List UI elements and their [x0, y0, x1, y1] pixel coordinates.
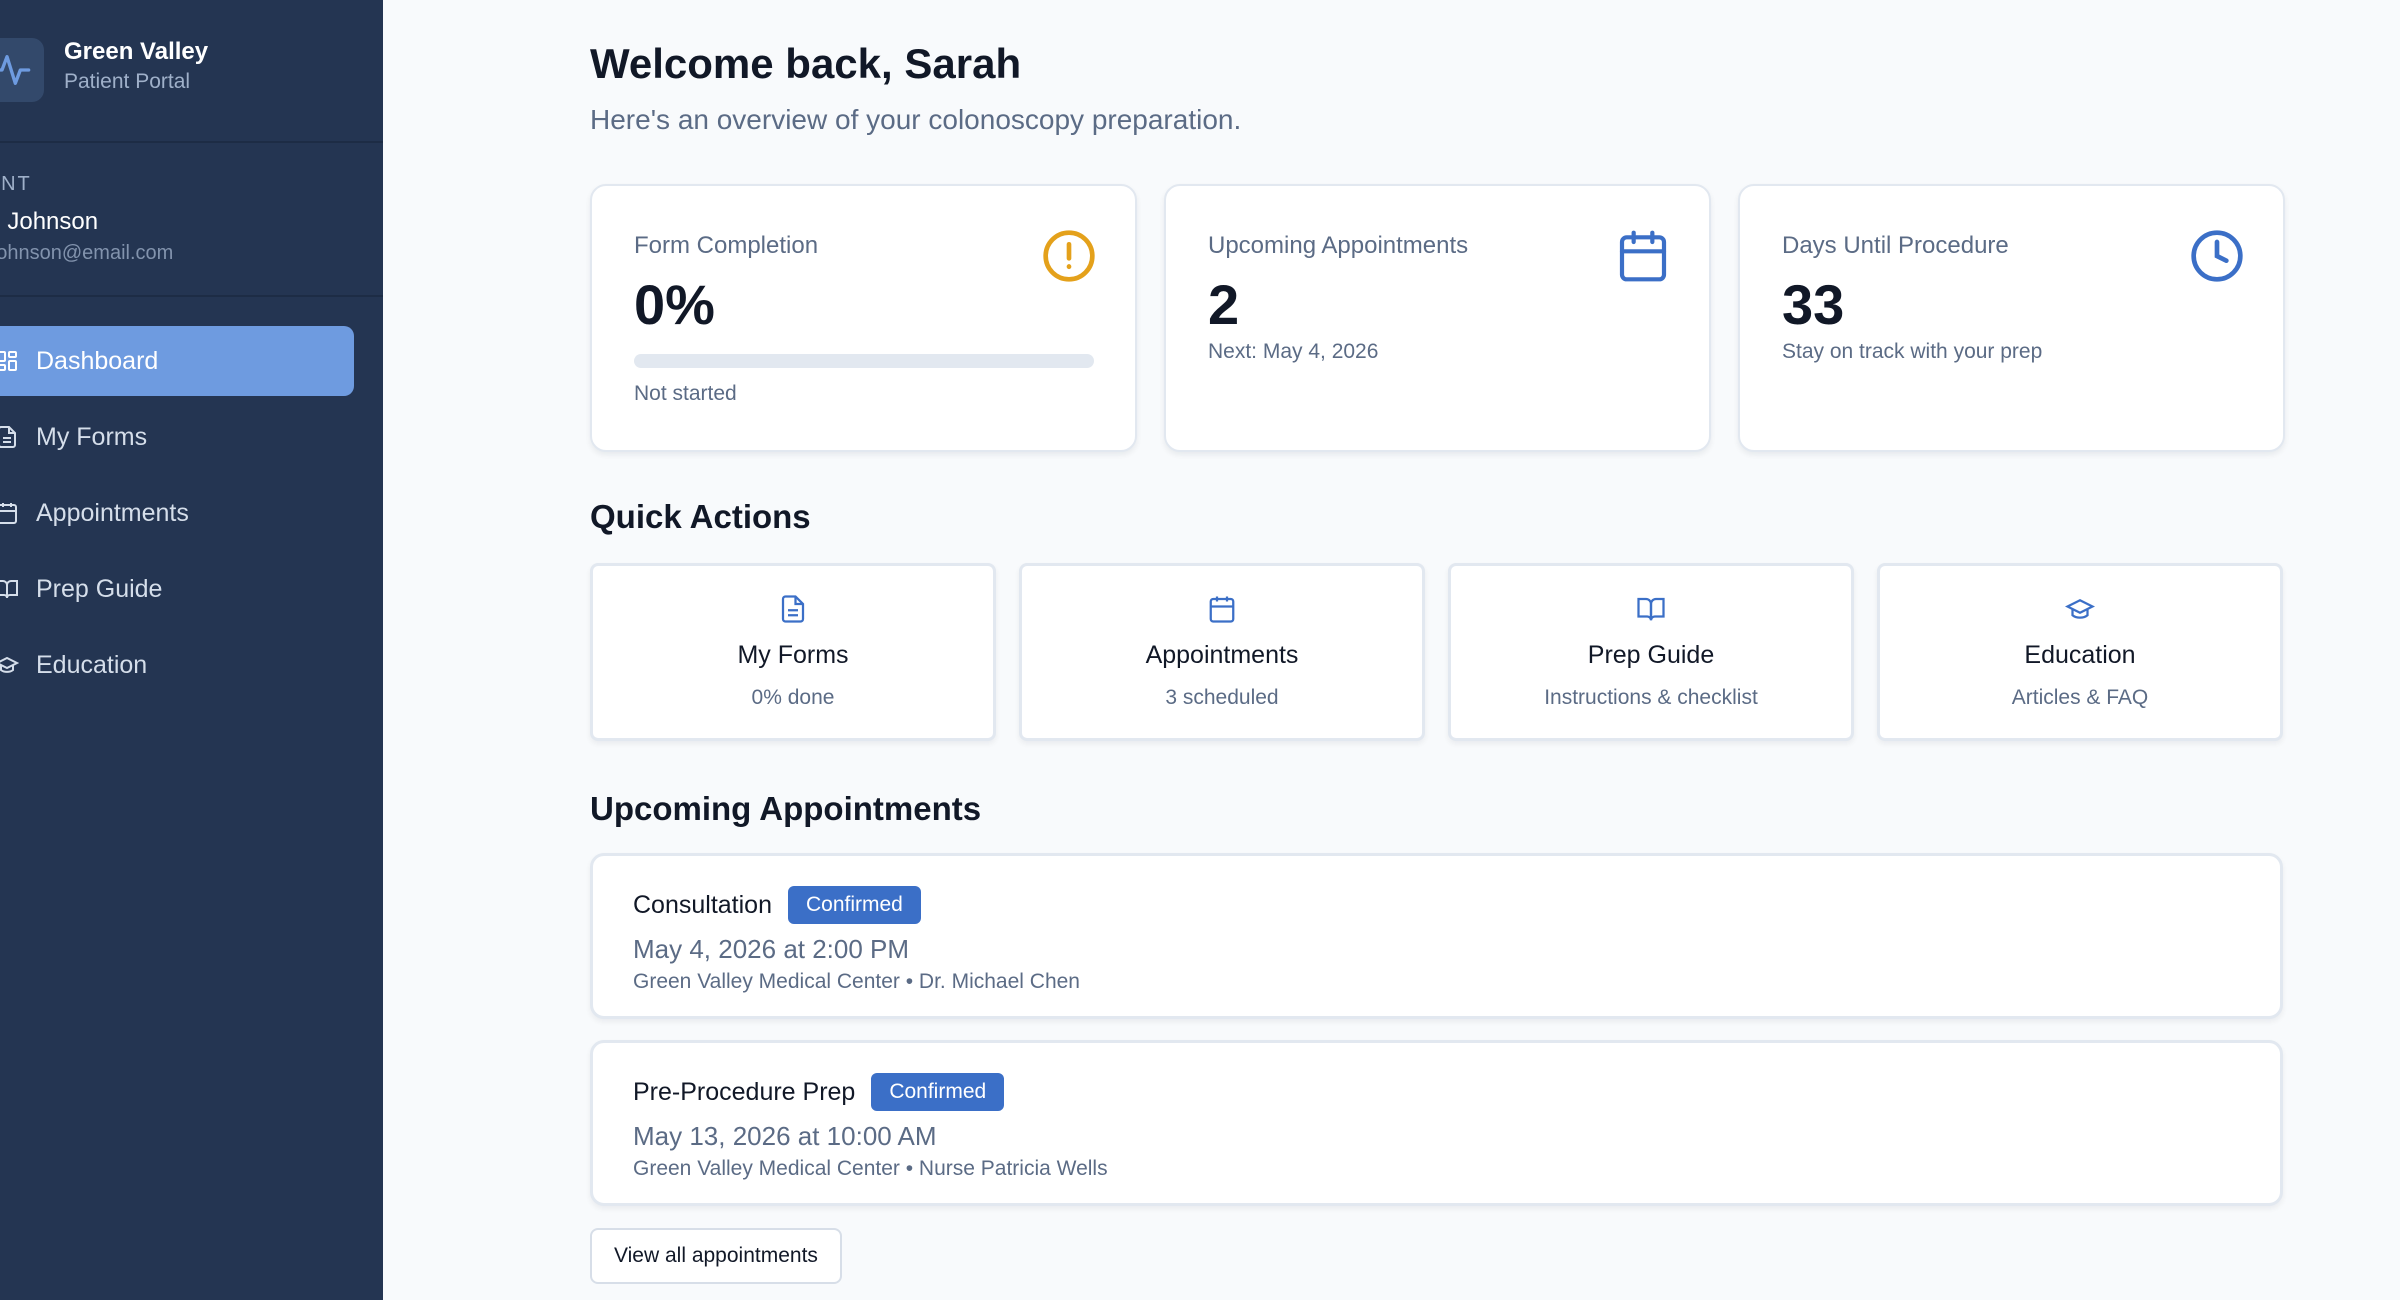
sidebar-item-label: Appointments	[36, 498, 189, 527]
patient-email: ah.johnson@email.com	[0, 242, 174, 264]
quick-action-title: My Forms	[737, 641, 849, 669]
main-content: Welcome back, Sarah Here's an overview o…	[383, 0, 2400, 1300]
quick-action-title: Education	[2024, 641, 2136, 669]
stat-status: Not started	[634, 382, 737, 405]
book-icon	[1636, 594, 1666, 624]
quick-action-sub: Articles & FAQ	[2011, 686, 2149, 709]
sidebar-item-appointments[interactable]: Appointments	[0, 478, 354, 548]
pulse-icon	[0, 38, 44, 102]
brand-name: Green Valley	[64, 38, 209, 65]
appointment-date: May 13, 2026 at 10:00 AM	[633, 1121, 937, 1151]
alert-circle-icon	[1041, 228, 1097, 284]
quick-action-title: Appointments	[1145, 641, 1299, 669]
sidebar-item-dashboard[interactable]: Dashboard	[0, 326, 354, 396]
stat-value: 0%	[634, 273, 715, 336]
sidebar-item-education[interactable]: Education	[0, 630, 354, 700]
appointment-date: May 4, 2026 at 2:00 PM	[633, 934, 910, 964]
sidebar-item-label: Education	[36, 650, 148, 679]
quick-actions-title: Quick Actions	[590, 498, 811, 535]
graduation-cap-icon	[2064, 594, 2096, 624]
stat-sub: Stay on track with your prep	[1782, 340, 2043, 363]
stat-card-days-until-procedure: Days Until Procedure 33 Stay on track wi…	[1738, 184, 2285, 452]
brand-subtitle: Patient Portal	[64, 70, 191, 93]
calendar-icon	[1207, 594, 1237, 624]
sidebar-item-prep-guide[interactable]: Prep Guide	[0, 554, 354, 624]
upcoming-appointments-title: Upcoming Appointments	[590, 790, 982, 827]
appointment-location: Green Valley Medical Center • Nurse Patr…	[633, 1157, 1108, 1180]
view-all-appointments-button[interactable]: View all appointments	[590, 1228, 842, 1284]
sidebar-item-label: Dashboard	[36, 346, 159, 375]
quick-action-my-forms[interactable]: My Forms 0% done	[590, 563, 996, 741]
calendar-icon	[0, 498, 22, 528]
sidebar-item-label: Prep Guide	[36, 574, 163, 603]
status-badge: Confirmed	[787, 886, 921, 924]
appointment-header: Consultation Confirmed	[633, 886, 921, 924]
sidebar-item-label: My Forms	[36, 422, 148, 451]
stat-card-form-completion: Form Completion 0% Not started	[590, 184, 1137, 452]
page-subtitle: Here's an overview of your colonoscopy p…	[590, 104, 1242, 135]
quick-action-sub: Instructions & checklist	[1544, 686, 1758, 709]
stat-sub: Next: May 4, 2026	[1208, 340, 1379, 363]
patient-name: rah Johnson	[0, 208, 99, 235]
calendar-icon	[1615, 228, 1671, 284]
patient-label: TIENT	[0, 173, 32, 195]
brand-header: Green Valley Patient Portal	[0, 0, 383, 143]
appointment-card[interactable]: Pre-Procedure Prep Confirmed May 13, 202…	[590, 1040, 2283, 1206]
quick-action-prep-guide[interactable]: Prep Guide Instructions & checklist	[1448, 563, 1854, 741]
document-icon	[778, 594, 808, 624]
book-icon	[0, 574, 22, 604]
quick-action-title: Prep Guide	[1587, 641, 1715, 669]
status-badge: Confirmed	[871, 1073, 1005, 1111]
clock-icon	[2189, 228, 2245, 284]
dashboard-icon	[0, 346, 22, 376]
sidebar: Green Valley Patient Portal TIENT rah Jo…	[0, 0, 383, 1300]
form-progress-bar	[634, 354, 1094, 368]
quick-action-appointments[interactable]: Appointments 3 scheduled	[1019, 563, 1425, 741]
stat-title: Upcoming Appointments	[1208, 232, 1469, 259]
document-icon	[0, 422, 22, 452]
stat-value: 2	[1208, 273, 1240, 336]
patient-info: TIENT rah Johnson ah.johnson@email.com	[0, 143, 383, 297]
graduation-cap-icon	[0, 650, 22, 680]
appointment-card[interactable]: Consultation Confirmed May 4, 2026 at 2:…	[590, 853, 2283, 1019]
page-title: Welcome back, Sarah	[590, 40, 1022, 87]
stat-title: Days Until Procedure	[1782, 232, 2009, 259]
stat-card-upcoming-appointments: Upcoming Appointments 2 Next: May 4, 202…	[1164, 184, 1711, 452]
appointment-location: Green Valley Medical Center • Dr. Michae…	[633, 970, 1080, 993]
quick-action-sub: 3 scheduled	[1165, 686, 1279, 709]
quick-action-sub: 0% done	[751, 686, 835, 709]
appointment-name: Consultation	[633, 890, 772, 919]
appointment-header: Pre-Procedure Prep Confirmed	[633, 1073, 1005, 1111]
quick-action-education[interactable]: Education Articles & FAQ	[1877, 563, 2283, 741]
sidebar-item-my-forms[interactable]: My Forms	[0, 402, 354, 472]
appointment-name: Pre-Procedure Prep	[633, 1077, 856, 1106]
stat-title: Form Completion	[634, 232, 819, 259]
stat-value: 33	[1782, 273, 1845, 336]
